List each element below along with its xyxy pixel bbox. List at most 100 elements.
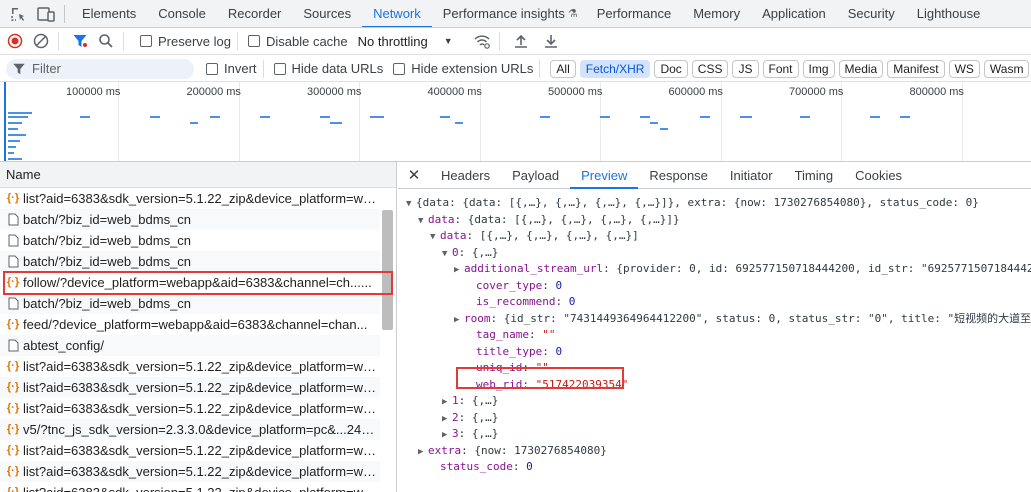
request-row[interactable]: {·}list?aid=6383&sdk_version=5.1.22_zip&… [0, 188, 380, 209]
checkbox-box[interactable] [393, 62, 406, 75]
json-tree-line[interactable]: ▶ additional_stream_url: {provider: 0, id… [398, 261, 1031, 277]
json-value: {,…} [471, 410, 499, 424]
json-tree-line[interactable]: title_type: 0 [398, 344, 1031, 360]
type-filter-ws[interactable]: WS [948, 59, 980, 78]
detail-tab-cookies[interactable]: Cookies [844, 162, 913, 189]
clear-icon[interactable] [30, 30, 52, 52]
tab-console[interactable]: Console [147, 0, 217, 27]
export-har-icon[interactable] [540, 30, 562, 52]
request-row[interactable]: {·} v5/?tnc_js_sdk_version=2.3.3.0&device… [0, 419, 380, 440]
type-filter-font[interactable]: Font [762, 59, 799, 78]
type-filter-wasm[interactable]: Wasm [983, 59, 1030, 78]
json-key: data [428, 212, 455, 226]
json-tree-line[interactable]: status_code: 0 [398, 459, 1031, 475]
expand-down-icon[interactable]: ▼ [406, 196, 416, 211]
timeline-overview[interactable]: 100000 ms 200000 ms 300000 ms 400000 ms 5000… [0, 82, 1031, 162]
request-row[interactable]: {·}list?aid=6383&sdk_version=5.1.22_zip&… [0, 398, 380, 419]
json-tree-line[interactable]: ▼ 0: {,…} [398, 245, 1031, 261]
json-tree-line[interactable]: is_recommend: 0 [398, 294, 1031, 310]
type-filter-js[interactable]: JS [732, 59, 759, 78]
request-row[interactable]: {·}list?aid=6383&sdk_version=5.1.22_zip&… [0, 461, 380, 482]
type-filter-css[interactable]: CSS [691, 59, 729, 78]
detail-tab-preview[interactable]: Preview [570, 162, 639, 189]
name-column-header[interactable]: Name [0, 162, 396, 188]
preserve-log-label: Preserve log [158, 33, 231, 49]
timeline-request-bar [330, 122, 342, 124]
throttling-select[interactable]: No throttling ▼ [358, 34, 453, 49]
detail-tab-timing[interactable]: Timing [784, 162, 845, 189]
expand-right-icon[interactable]: ▶ [442, 411, 452, 426]
checkbox-box[interactable] [247, 35, 260, 47]
type-filter-fetch-xhr[interactable]: Fetch/XHR [579, 59, 651, 78]
tab-network[interactable]: Network [362, 0, 432, 27]
tab-memory[interactable]: Memory [682, 0, 751, 27]
scrollbar[interactable] [382, 210, 393, 330]
tab-sources[interactable]: Sources [292, 0, 362, 27]
request-row[interactable]: batch/?biz_id=web_bdms_cn [0, 251, 380, 272]
preserve-log-checkbox[interactable]: Preserve log [140, 34, 231, 49]
json-tree-line[interactable]: ▼ {data: {data: [{,…}, {,…}, {,…}, {,…}]}… [398, 195, 1031, 211]
json-tree-line[interactable]: ▶ 1: {,…} [398, 393, 1031, 409]
tab-performance[interactable]: Performance [586, 0, 682, 27]
request-row[interactable]: {·}list?aid=6383&sdk_version=5.1.22_zip&… [0, 440, 380, 461]
invert-checkbox[interactable]: Invert [206, 61, 257, 76]
json-tree-line[interactable]: ▶ room: {id_str: "7431449364964412200", s… [398, 311, 1031, 327]
expand-right-icon[interactable]: ▶ [454, 312, 464, 327]
json-tree-line[interactable]: tag_name: "" [398, 327, 1031, 343]
request-row[interactable]: {·} feed/?device_platform=webapp&aid=6383… [0, 314, 380, 335]
hide-extension-urls-checkbox[interactable]: Hide extension URLs [393, 61, 533, 76]
timeline-tick-label: 600000 ms [668, 86, 723, 98]
close-icon[interactable]: ✕ [398, 166, 430, 184]
record-stop-icon[interactable] [4, 30, 26, 52]
network-conditions-icon[interactable] [471, 30, 493, 52]
request-row[interactable]: {·}list?aid=6383&sdk_version=5.1.22_zip&… [0, 356, 380, 377]
expand-down-icon[interactable]: ▼ [430, 229, 440, 244]
expand-right-icon[interactable]: ▶ [454, 262, 464, 277]
json-tree-line[interactable]: cover_type: 0 [398, 278, 1031, 294]
inspect-element-icon[interactable] [8, 4, 28, 24]
type-filter-img[interactable]: Img [802, 59, 835, 78]
request-row[interactable]: {·}list?aid=6383&sdk_version=5.1.22_zip&… [0, 482, 380, 492]
tab-lighthouse[interactable]: Lighthouse [906, 0, 992, 27]
request-row[interactable]: {·}list?aid=6383&sdk_version=5.1.22_zip&… [0, 377, 380, 398]
expand-right-icon[interactable]: ▶ [418, 444, 428, 459]
type-filter-manifest[interactable]: Manifest [887, 59, 945, 78]
json-tree-line[interactable]: ▶ 3: {,…} [398, 426, 1031, 442]
detail-tab-headers[interactable]: Headers [430, 162, 501, 189]
search-icon[interactable] [95, 30, 117, 52]
detail-tab-payload[interactable]: Payload [501, 162, 570, 189]
checkbox-box[interactable] [273, 62, 286, 75]
request-row[interactable]: abtest_config/ [0, 335, 380, 356]
checkbox-box[interactable] [140, 35, 152, 47]
tab-application[interactable]: Application [751, 0, 837, 27]
expand-right-icon[interactable]: ▶ [442, 394, 452, 409]
json-tree-line[interactable]: ▶ 2: {,…} [398, 410, 1031, 426]
tab-security[interactable]: Security [837, 0, 906, 27]
timeline-request-bar [800, 116, 810, 118]
device-toolbar-icon[interactable] [36, 4, 56, 24]
type-filter-media[interactable]: Media [838, 59, 884, 78]
checkbox-box[interactable] [206, 62, 218, 75]
tab-recorder[interactable]: Recorder [217, 0, 292, 27]
hide-data-urls-checkbox[interactable]: Hide data URLs [273, 61, 383, 76]
filter-input[interactable]: Filter [6, 58, 194, 79]
request-row[interactable]: batch/?biz_id=web_bdms_cn [0, 230, 380, 251]
json-tree-line[interactable]: ▼ data: [{,…}, {,…}, {,…}, {,…}] [398, 228, 1031, 244]
type-filter-doc[interactable]: Doc [654, 59, 688, 78]
filter-icon[interactable] [69, 30, 91, 52]
tab-performance-insights[interactable]: Performance insights [432, 0, 576, 27]
json-tree-line[interactable]: ▶ extra: {now: 1730276854080} [398, 443, 1031, 459]
expand-down-icon[interactable]: ▼ [418, 213, 428, 228]
import-har-icon[interactable] [510, 30, 532, 52]
request-row[interactable]: batch/?biz_id=web_bdms_cn [0, 209, 380, 230]
expand-down-icon[interactable]: ▼ [442, 246, 452, 261]
expand-right-icon[interactable]: ▶ [442, 427, 452, 442]
json-tree-line[interactable]: ▼ data: {data: [{,…}, {,…}, {,…}, {,…}]} [398, 212, 1031, 228]
document-icon [6, 213, 20, 226]
detail-tab-response[interactable]: Response [638, 162, 719, 189]
tab-elements[interactable]: Elements [71, 0, 147, 27]
detail-tab-initiator[interactable]: Initiator [719, 162, 784, 189]
request-row[interactable]: batch/?biz_id=web_bdms_cn [0, 293, 380, 314]
disable-cache-checkbox[interactable]: Disable cache [247, 34, 348, 49]
type-filter-all[interactable]: All [550, 59, 576, 78]
